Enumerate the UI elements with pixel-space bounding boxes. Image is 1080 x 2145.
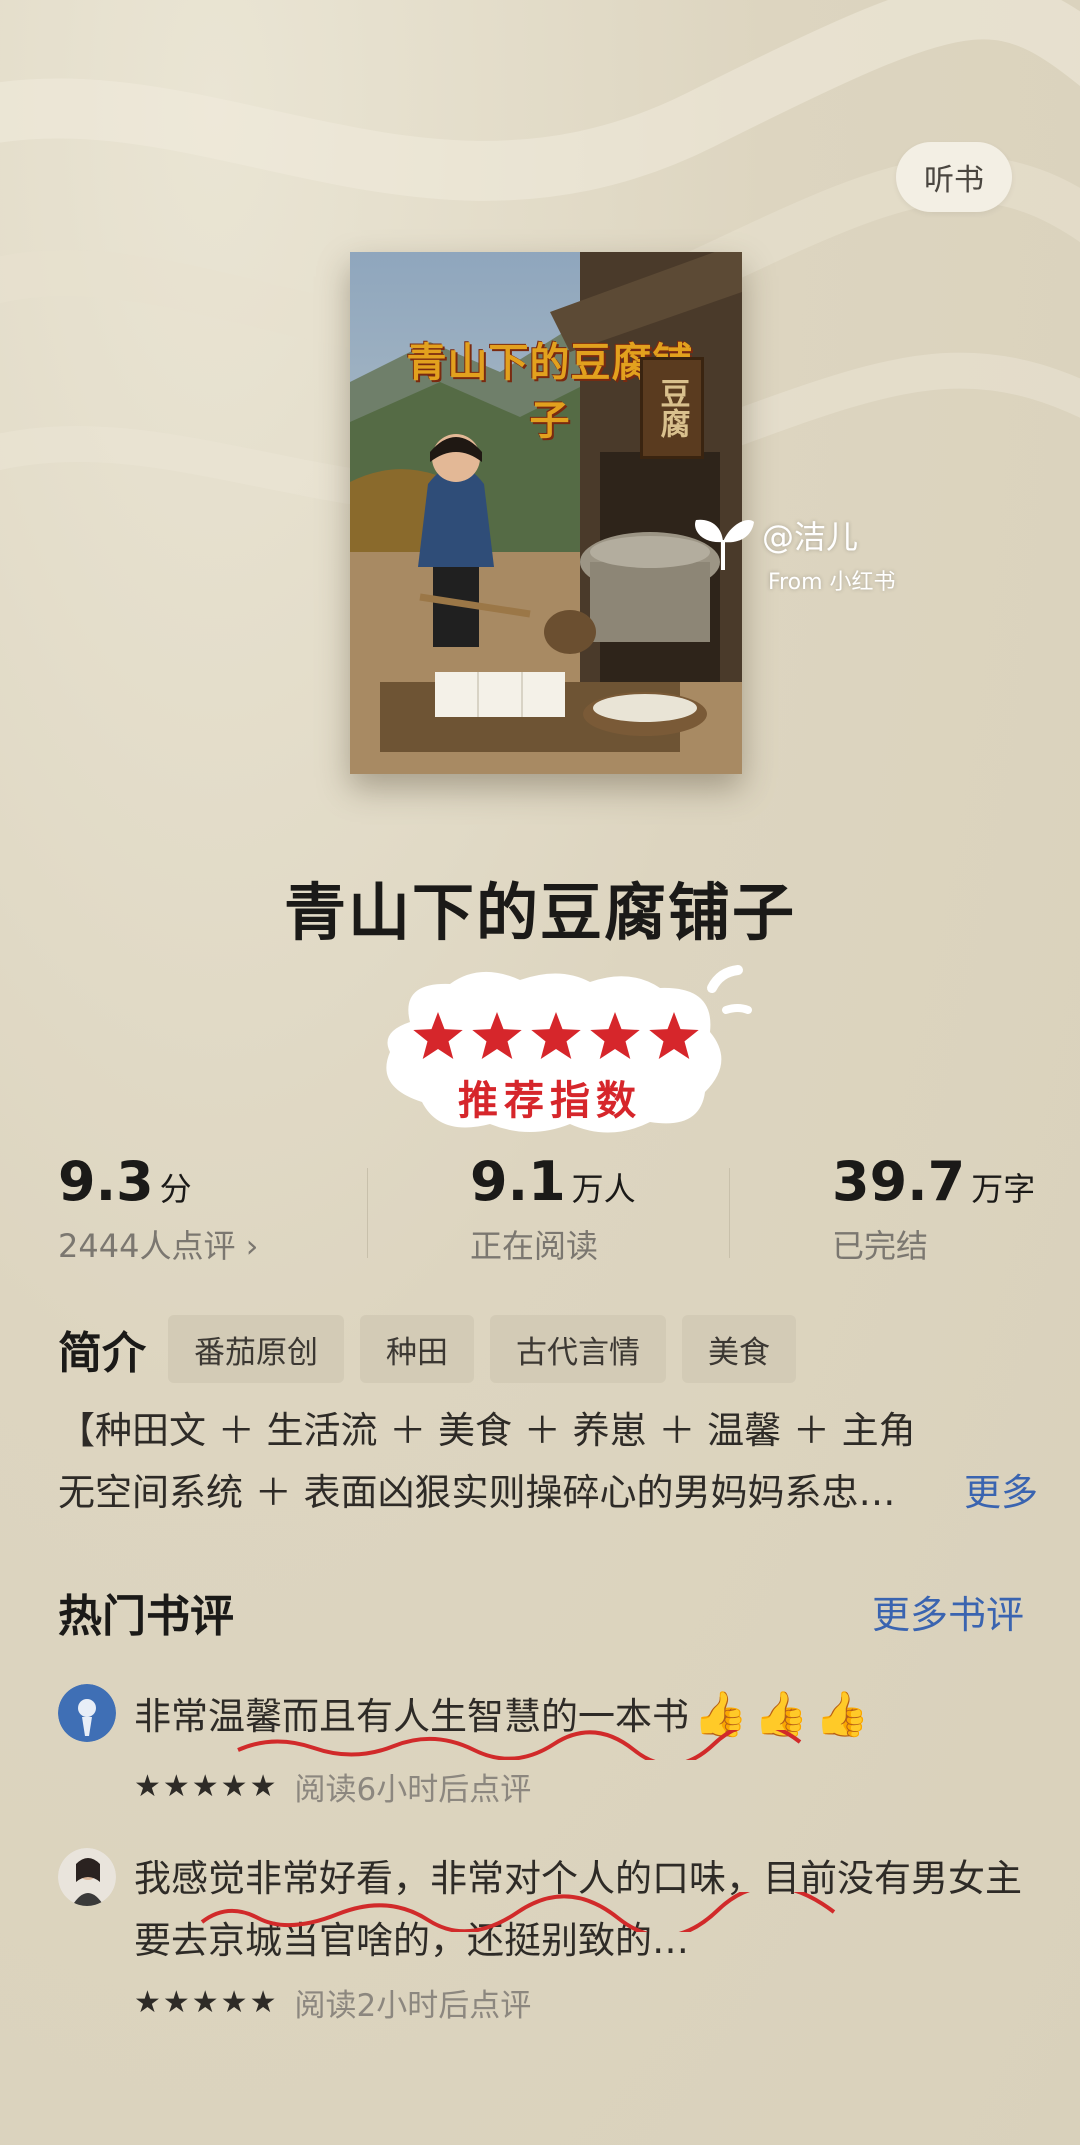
- synopsis-text: 【种田文 ＋ 生活流 ＋ 美食 ＋ 养崽 ＋ 温馨 ＋ 主角无空间系统 ＋ 表面…: [58, 1409, 916, 1514]
- readers-label: 正在阅读: [470, 1227, 599, 1265]
- words-unit: 万字: [971, 1170, 1036, 1208]
- reviewer-avatar[interactable]: [58, 1684, 116, 1742]
- tag-chip[interactable]: 番茄原创: [168, 1315, 344, 1383]
- stat-score[interactable]: 9.3 分 2444人点评 ›: [58, 1150, 258, 1267]
- readers-value: 9.1: [470, 1150, 566, 1213]
- tag-chip[interactable]: 美食: [682, 1315, 796, 1383]
- tag-chip[interactable]: 种田: [360, 1315, 474, 1383]
- stat-readers: 9.1 万人 正在阅读: [470, 1150, 636, 1267]
- review-meta: ★★★★★ 阅读6小时后点评: [134, 1764, 531, 1809]
- review-read-time: 阅读2小时后点评: [294, 1988, 532, 2024]
- watermark-source: From 小红书: [768, 570, 896, 595]
- review-item[interactable]: 非常温馨而且有人生智慧的一本书👍👍👍 ★★★★★ 阅读6小时后点评: [58, 1684, 1038, 1814]
- intro-label: 简介: [58, 1328, 146, 1379]
- score-value: 9.3: [58, 1150, 154, 1213]
- stat-divider: [729, 1168, 730, 1258]
- completion-status: 已完结: [832, 1227, 929, 1265]
- rating-stars: ★★★★★: [134, 1985, 279, 2020]
- cover-sign-text: 豆腐: [654, 378, 690, 438]
- book-stats: 9.3 分 2444人点评 › 9.1 万人 正在阅读 39.7 万字 已完结: [0, 1150, 1080, 1280]
- book-title: 青山下的豆腐铺子: [283, 876, 796, 949]
- recommendation-index-label: 推荐指数: [458, 1078, 642, 1124]
- xiaohongshu-watermark: @洁儿 From 小红书: [690, 512, 910, 602]
- hot-reviews-title: 热门书评: [58, 1591, 234, 1642]
- score-unit: 分: [159, 1170, 192, 1208]
- synopsis-more-link[interactable]: 更多: [964, 1462, 1038, 1524]
- stat-divider: [367, 1168, 368, 1258]
- review-count-link[interactable]: 2444人点评 ›: [58, 1221, 258, 1267]
- sprout-logo-icon: [695, 519, 754, 570]
- synopsis: 【种田文 ＋ 生活流 ＋ 美食 ＋ 养崽 ＋ 温馨 ＋ 主角无空间系统 ＋ 表面…: [58, 1400, 1038, 1524]
- intro-tags-row: 简介 番茄原创 种田 古代言情 美食: [58, 1314, 812, 1384]
- watermark-username: @洁儿: [762, 518, 859, 556]
- review-meta: ★★★★★ 阅读2小时后点评: [134, 1980, 531, 2025]
- review-item[interactable]: 我感觉非常好看，非常对个人的口味，目前没有男女主要去京城当官啥的，还挺别致的… …: [58, 1848, 1038, 2024]
- reviewer-avatar[interactable]: [58, 1848, 116, 1906]
- rating-stars: ★★★★★: [134, 1769, 279, 1804]
- more-reviews-link[interactable]: 更多书评: [872, 1584, 1024, 1639]
- words-value: 39.7: [832, 1150, 966, 1213]
- book-cover-image[interactable]: 青山下的豆腐铺子 豆腐: [350, 252, 742, 774]
- listen-button[interactable]: 听书: [896, 142, 1012, 212]
- review-text: 非常温馨而且有人生智慧的一本书👍👍👍: [134, 1684, 1034, 1748]
- review-read-time: 阅读6小时后点评: [294, 1772, 532, 1808]
- review-text: 我感觉非常好看，非常对个人的口味，目前没有男女主要去京城当官啥的，还挺别致的…: [134, 1857, 1022, 1962]
- readers-unit: 万人: [571, 1170, 636, 1208]
- review-content: 非常温馨而且有人生智慧的一本书: [134, 1695, 689, 1738]
- cover-shop-sign: 豆腐: [640, 357, 704, 459]
- stat-words: 39.7 万字 已完结: [832, 1150, 1035, 1267]
- recommendation-badge: 推荐指数: [370, 962, 760, 1142]
- thumbs-up-icon: 👍👍👍: [693, 1689, 876, 1740]
- tag-chip[interactable]: 古代言情: [490, 1315, 666, 1383]
